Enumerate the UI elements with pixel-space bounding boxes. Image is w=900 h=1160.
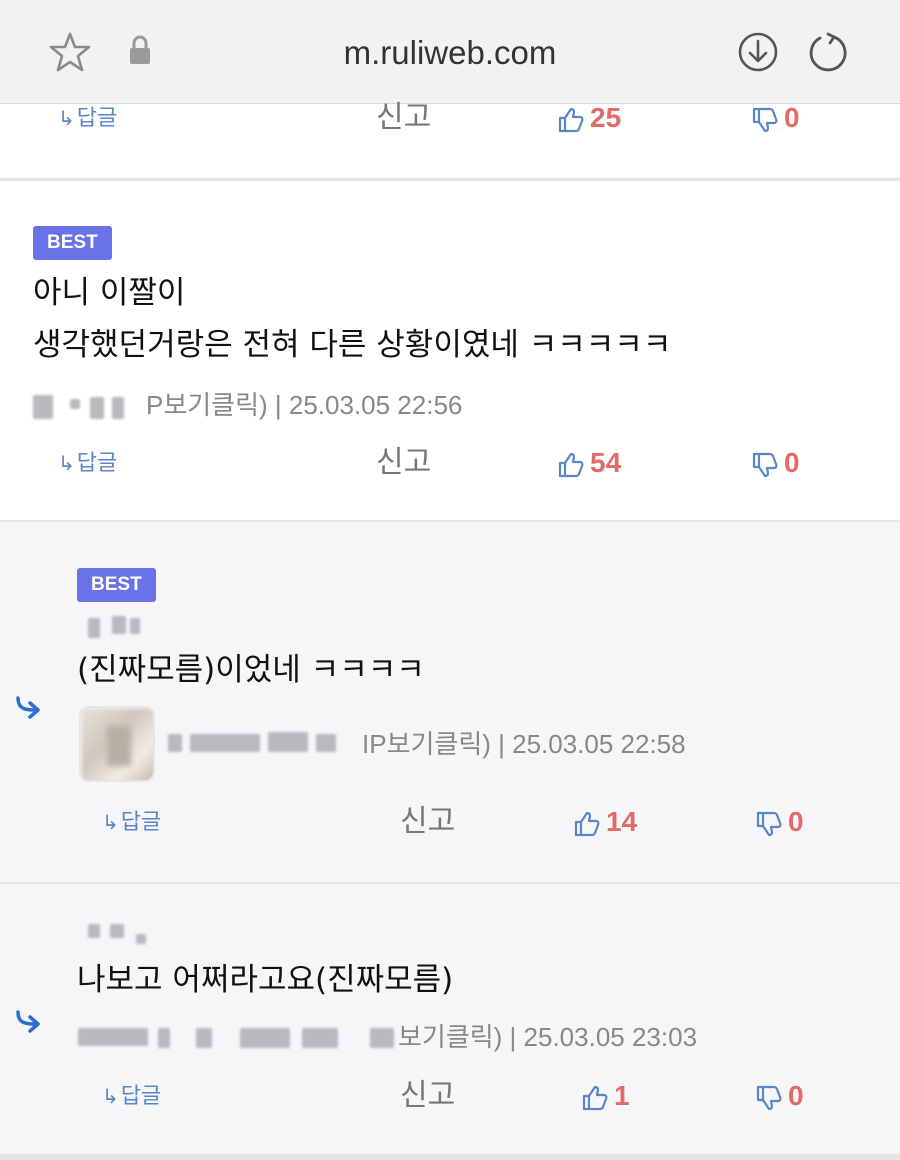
comment-meta[interactable]: IP보기클릭) | 25.03.05 22:58 xyxy=(362,727,686,761)
comment-text-line: 아니 이짤이 xyxy=(33,275,186,311)
comment-text-line: 생각했던거랑은 전혀 다른 상황이였네 ㅋㅋㅋㅋㅋ xyxy=(33,327,672,363)
blurred-nickname xyxy=(90,397,104,419)
blurred-nickname xyxy=(316,734,336,752)
blurred-nickname xyxy=(112,397,124,419)
blurred-content xyxy=(136,934,146,944)
blurred-nickname xyxy=(33,395,53,419)
report-button[interactable]: 신고 xyxy=(376,98,431,138)
blurred-nickname xyxy=(190,734,260,752)
comment-meta[interactable]: 보기클릭) | 25.03.05 23:03 xyxy=(398,1020,697,1054)
avatar[interactable] xyxy=(79,706,155,782)
blurred-content xyxy=(130,618,140,634)
report-button[interactable]: 신고 xyxy=(400,802,455,842)
divider xyxy=(0,1154,900,1160)
comment-item: ↳답글 신고 25 0 xyxy=(0,100,900,178)
reply-arrow-icon: ↳ xyxy=(102,1084,119,1108)
dislike-button[interactable]: 0 xyxy=(750,98,800,138)
comment-text-line: 나보고 어쩌라고요(진짜모름) xyxy=(77,962,454,998)
comment-text-line: (진짜모름)이었네 ㅋㅋㅋㅋ xyxy=(77,652,425,688)
blurred-nickname xyxy=(168,734,182,752)
thumbs-up-icon xyxy=(558,107,584,132)
like-button[interactable]: 54 xyxy=(556,443,621,483)
reload-icon[interactable] xyxy=(806,30,850,74)
reply-indicator-icon xyxy=(16,696,40,719)
thumbs-up-icon xyxy=(582,1085,608,1110)
dislike-button[interactable]: 0 xyxy=(750,443,800,483)
reply-arrow-icon: ↳ xyxy=(58,106,75,130)
comment-item-reply: BEST (진짜모름)이었네 ㅋㅋㅋㅋ IP보기클릭) | 25.03.05 2… xyxy=(0,520,900,882)
blurred-content xyxy=(88,618,100,638)
thumbs-down-icon xyxy=(756,1085,782,1110)
reply-button[interactable]: ↳답글 xyxy=(58,98,117,138)
like-button[interactable]: 25 xyxy=(556,98,621,138)
reply-button[interactable]: ↳답글 xyxy=(58,443,117,483)
best-badge: BEST xyxy=(77,568,156,602)
comment-actions: ↳답글 신고 1 0 xyxy=(0,1076,900,1116)
blurred-nickname xyxy=(370,1028,394,1048)
comment-item: BEST 아니 이짤이 생각했던거랑은 전혀 다른 상황이였네 ㅋㅋㅋㅋㅋ P보… xyxy=(0,178,900,520)
comment-actions: ↳답글 신고 54 0 xyxy=(0,443,900,483)
blurred-content xyxy=(110,924,124,938)
blurred-content xyxy=(112,616,126,634)
report-button[interactable]: 신고 xyxy=(376,443,431,483)
thumbs-down-icon xyxy=(752,107,778,132)
comment-item-reply: 나보고 어쩌라고요(진짜모름) 보기클릭) | 25.03.05 23:03 ↳… xyxy=(0,882,900,1160)
dislike-button[interactable]: 0 xyxy=(754,802,804,842)
blurred-nickname xyxy=(158,1028,170,1048)
comment-actions: ↳답글 신고 14 0 xyxy=(0,802,900,842)
comment-meta[interactable]: P보기클릭) | 25.03.05 22:56 xyxy=(146,388,462,422)
reply-indicator-icon xyxy=(16,1010,40,1033)
thumbs-up-icon xyxy=(558,452,584,477)
reply-button[interactable]: ↳답글 xyxy=(102,802,161,842)
reply-arrow-icon: ↳ xyxy=(102,810,119,834)
blurred-nickname xyxy=(302,1028,338,1048)
thumbs-down-icon xyxy=(756,811,782,836)
thumbs-up-icon xyxy=(574,811,600,836)
comment-actions: ↳답글 신고 25 0 xyxy=(0,98,900,138)
blurred-nickname xyxy=(268,732,308,752)
like-button[interactable]: 14 xyxy=(572,802,637,842)
thumbs-down-icon xyxy=(752,452,778,477)
browser-toolbar: m.ruliweb.com xyxy=(0,0,900,104)
dislike-button[interactable]: 0 xyxy=(754,1076,804,1116)
blurred-nickname xyxy=(240,1028,290,1048)
blurred-nickname xyxy=(78,1028,148,1046)
blurred-nickname xyxy=(70,399,80,409)
reply-button[interactable]: ↳답글 xyxy=(102,1076,161,1116)
best-badge: BEST xyxy=(33,226,112,260)
blurred-nickname xyxy=(196,1028,212,1048)
blurred-content xyxy=(88,924,100,938)
report-button[interactable]: 신고 xyxy=(400,1076,455,1116)
reply-arrow-icon: ↳ xyxy=(58,451,75,475)
like-button[interactable]: 1 xyxy=(580,1076,630,1116)
download-icon[interactable] xyxy=(736,30,780,74)
